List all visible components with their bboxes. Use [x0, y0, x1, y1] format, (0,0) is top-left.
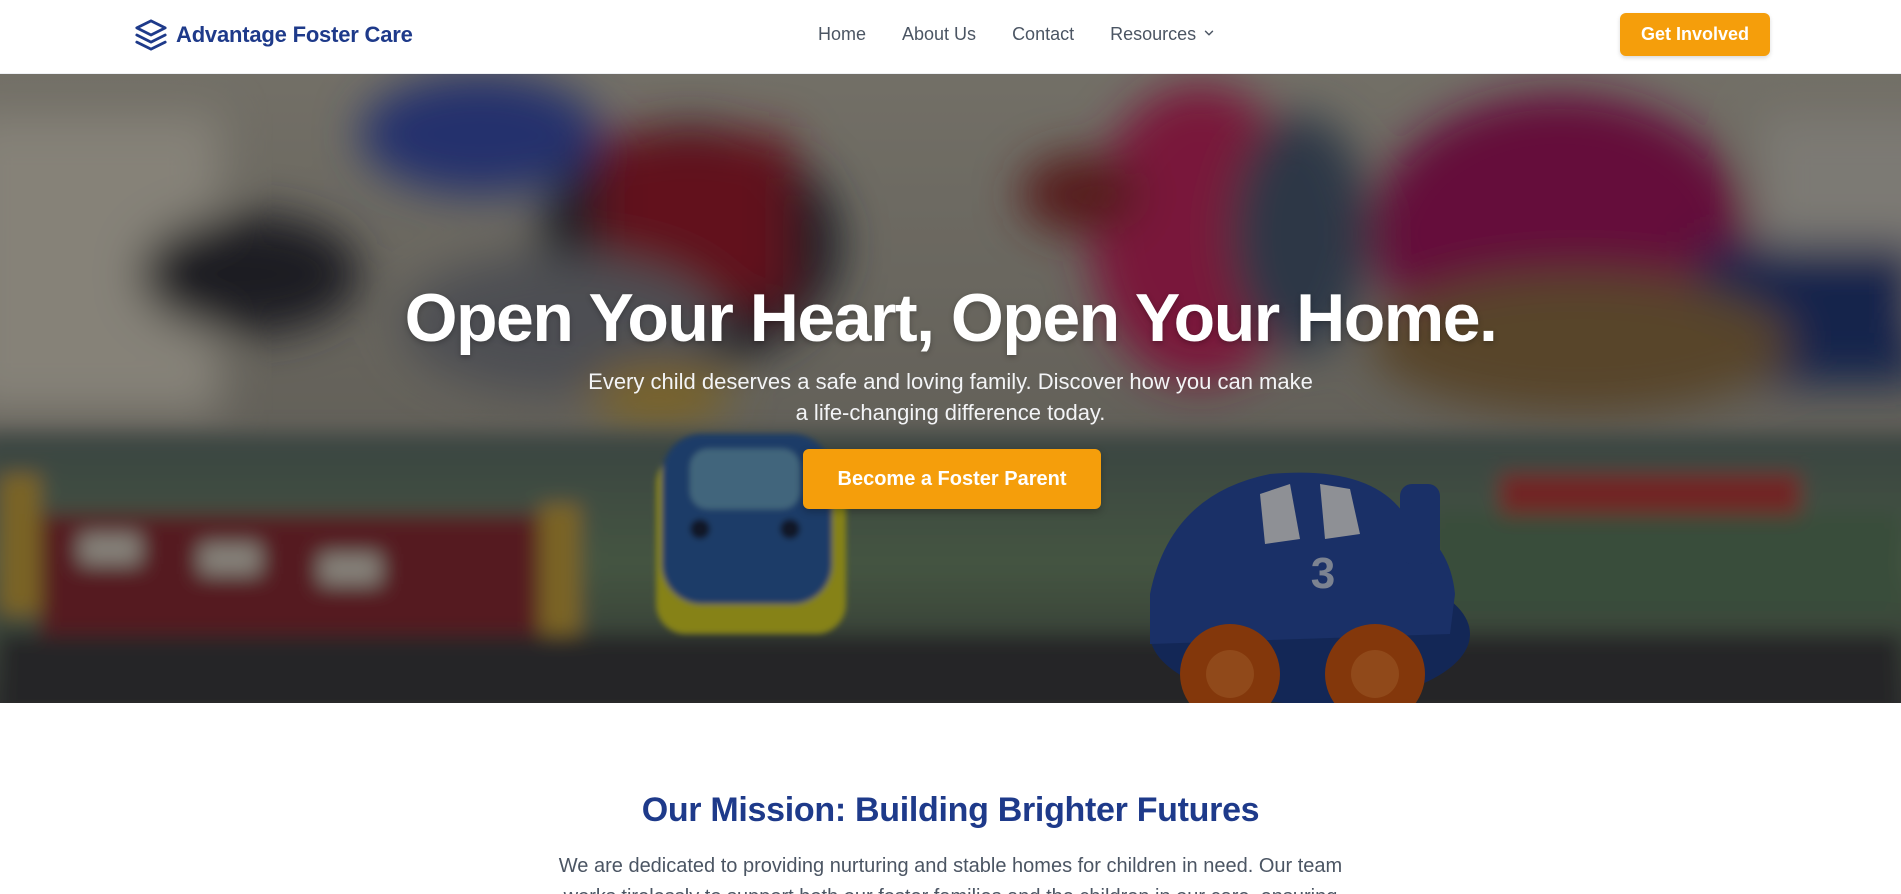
nav-about-us[interactable]: About Us	[902, 24, 976, 45]
become-foster-parent-button[interactable]: Become a Foster Parent	[803, 449, 1101, 509]
chevron-down-icon	[1202, 24, 1216, 45]
hero-title: Open Your Heart, Open Your Home.	[404, 280, 1498, 356]
nav-resources-label: Resources	[1110, 23, 1197, 44]
brand-name: Advantage Foster Care	[176, 22, 413, 47]
nav-home[interactable]: Home	[818, 24, 866, 45]
mission-text: We are dedicated to providing nurturing …	[558, 855, 1343, 894]
mission-section: Our Mission: Building Brighter Futures W…	[0, 703, 1901, 894]
layers-icon	[134, 18, 168, 52]
mission-title: Our Mission: Building Brighter Futures	[641, 791, 1260, 829]
nav-resources[interactable]: Resources	[1110, 24, 1216, 45]
brand-logo-link[interactable]: Advantage Foster Care	[134, 17, 413, 53]
hero-subtitle: Every child deserves a safe and loving f…	[588, 369, 1313, 425]
nav-contact[interactable]: Contact	[1012, 24, 1074, 45]
get-involved-button[interactable]: Get Involved	[1620, 13, 1770, 56]
hero-section: 3 Open Your Heart, Open Your Home. Every…	[0, 74, 1901, 703]
main-nav: Home About Us Contact Resources	[818, 22, 1216, 46]
site-header: Advantage Foster Care Home About Us Cont…	[0, 0, 1901, 74]
hero-content: Open Your Heart, Open Your Home. Every c…	[0, 74, 1901, 703]
